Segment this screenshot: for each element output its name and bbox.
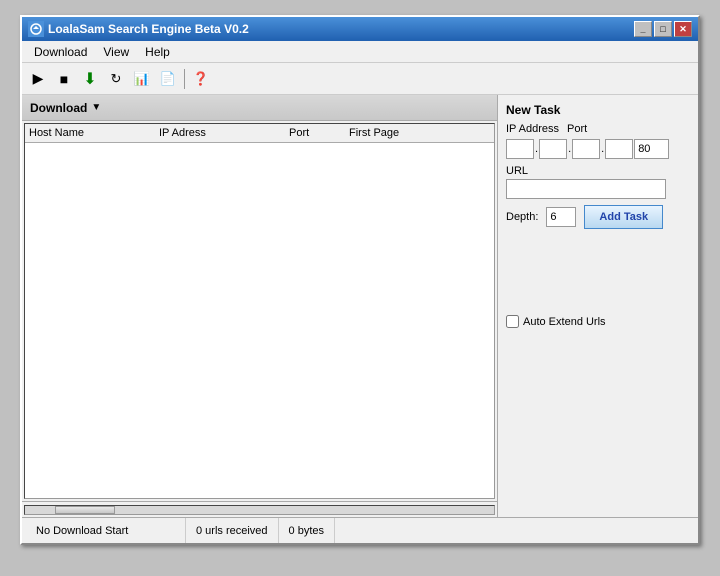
- download-button[interactable]: ⬇: [78, 67, 102, 91]
- new-task-title: New Task: [506, 103, 690, 117]
- app-icon: [28, 21, 44, 37]
- status-urls: 0 urls received: [186, 518, 279, 543]
- stats-button[interactable]: 📊: [130, 67, 154, 91]
- scrollbar-thumb[interactable]: [55, 506, 115, 514]
- ip-octet3[interactable]: [572, 139, 600, 159]
- maximize-button[interactable]: □: [654, 21, 672, 37]
- main-content: Download ▼ Host Name IP Adress Port Firs…: [22, 95, 698, 517]
- port-label-display: Port: [567, 123, 587, 135]
- ip-octet4[interactable]: [605, 139, 633, 159]
- horizontal-scrollbar[interactable]: [24, 505, 495, 515]
- section-title: Download: [30, 101, 87, 115]
- col-ipaddress: IP Adress: [159, 127, 289, 139]
- ip-octet2[interactable]: [539, 139, 567, 159]
- window-title: LoalaSam Search Engine Beta V0.2: [48, 22, 249, 36]
- port-input[interactable]: [634, 139, 669, 159]
- task-section: New Task IP AddressPort... URL Depth: Ad…: [506, 103, 690, 328]
- download-table[interactable]: Host Name IP Adress Port First Page: [24, 123, 495, 499]
- status-download: No Download Start: [26, 518, 186, 543]
- auto-extend-row: Auto Extend Urls: [506, 315, 690, 328]
- title-bar-left: LoalaSam Search Engine Beta V0.2: [28, 21, 249, 37]
- help-button[interactable]: ❓: [189, 67, 213, 91]
- section-header: Download ▼: [22, 95, 497, 121]
- status-bytes: 0 bytes: [279, 518, 335, 543]
- right-panel: New Task IP AddressPort... URL Depth: Ad…: [498, 95, 698, 517]
- table-header: Host Name IP Adress Port First Page: [25, 124, 494, 143]
- toolbar-separator: [184, 69, 185, 89]
- scrollbar-area: [22, 501, 497, 517]
- stop-button[interactable]: ■: [52, 67, 76, 91]
- url-input[interactable]: [506, 179, 666, 199]
- auto-extend-checkbox[interactable]: [506, 315, 519, 328]
- col-firstpage: First Page: [349, 127, 490, 139]
- ip-row: IP AddressPort...: [506, 123, 690, 159]
- depth-label: Depth:: [506, 211, 538, 223]
- ip-label: IP Address: [506, 123, 559, 135]
- col-port: Port: [289, 127, 349, 139]
- menu-bar: Download View Help: [22, 41, 698, 63]
- col-hostname: Host Name: [29, 127, 159, 139]
- main-window: LoalaSam Search Engine Beta V0.2 _ □ ✕ D…: [20, 15, 700, 545]
- refresh-button[interactable]: ↻: [104, 67, 128, 91]
- close-button[interactable]: ✕: [674, 21, 692, 37]
- menu-help[interactable]: Help: [137, 43, 178, 61]
- minimize-button[interactable]: _: [634, 21, 652, 37]
- log-button[interactable]: 📄: [156, 67, 180, 91]
- title-bar-buttons: _ □ ✕: [634, 21, 692, 37]
- depth-input[interactable]: [546, 207, 576, 227]
- url-section: URL: [506, 165, 690, 199]
- auto-extend-label: Auto Extend Urls: [523, 316, 606, 328]
- dropdown-arrow[interactable]: ▼: [91, 102, 101, 113]
- url-label: URL: [506, 165, 690, 177]
- title-bar: LoalaSam Search Engine Beta V0.2 _ □ ✕: [22, 17, 698, 41]
- play-button[interactable]: ▶: [26, 67, 50, 91]
- add-task-button[interactable]: Add Task: [584, 205, 663, 229]
- menu-download[interactable]: Download: [26, 43, 95, 61]
- ip-octet1[interactable]: [506, 139, 534, 159]
- depth-row: Depth: Add Task: [506, 205, 690, 229]
- status-bar: No Download Start 0 urls received 0 byte…: [22, 517, 698, 543]
- menu-view[interactable]: View: [95, 43, 137, 61]
- toolbar: ▶ ■ ⬇ ↻ 📊 📄 ❓: [22, 63, 698, 95]
- left-panel: Download ▼ Host Name IP Adress Port Firs…: [22, 95, 498, 517]
